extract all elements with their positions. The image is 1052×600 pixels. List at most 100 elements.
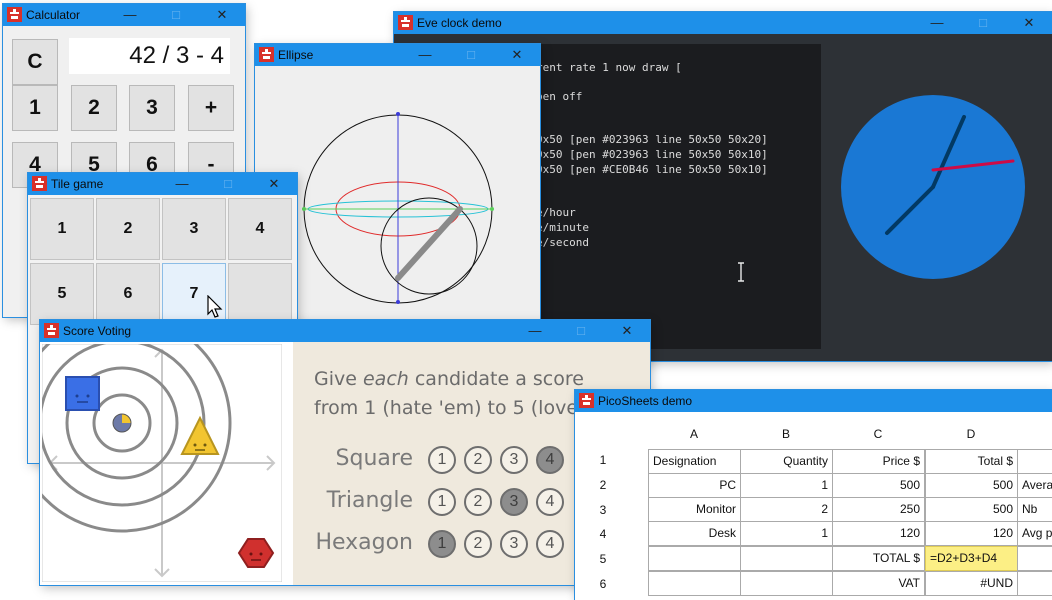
voter-map[interactable] <box>42 344 282 582</box>
row-header-4[interactable]: 4 <box>596 527 610 541</box>
column-header-d[interactable]: D <box>925 427 1017 441</box>
close-button[interactable]: ✕ <box>199 4 245 26</box>
tile-1[interactable]: 1 <box>30 198 94 260</box>
key-3-button[interactable]: 3 <box>129 85 175 131</box>
tile-5[interactable]: 5 <box>30 263 94 325</box>
cell-e6[interactable] <box>1017 571 1052 596</box>
minimize-button[interactable]: — <box>159 173 205 195</box>
calculator-display: 42 / 3 - 4 <box>69 38 230 74</box>
close-button[interactable]: ✕ <box>251 173 297 195</box>
calculator-titlebar[interactable]: Calculator — □ ✕ <box>3 4 245 26</box>
cell-b3[interactable]: 2 <box>740 497 833 522</box>
score-dot[interactable]: 3 <box>500 446 528 474</box>
minimize-button[interactable]: — <box>914 12 960 34</box>
score-dot[interactable]: 2 <box>464 530 492 558</box>
cell-c3[interactable]: 250 <box>832 497 925 522</box>
row-header-3[interactable]: 3 <box>596 503 610 517</box>
cell-e1[interactable] <box>1017 449 1052 474</box>
tile-6[interactable]: 6 <box>96 263 160 325</box>
cell-c2[interactable]: 500 <box>832 473 925 498</box>
key-2-button[interactable]: 2 <box>71 85 117 131</box>
maximize-button[interactable]: □ <box>153 4 199 26</box>
tile-empty[interactable] <box>228 263 292 325</box>
score-dot[interactable]: 4 <box>536 488 564 516</box>
key-plus-button[interactable]: + <box>188 85 234 131</box>
close-button[interactable]: ✕ <box>604 320 650 342</box>
eve-titlebar[interactable]: Eve clock demo — □ ✕ <box>394 12 1052 34</box>
code-line: rent rate 1 now draw [ <box>536 61 682 74</box>
cell-c1[interactable]: Price $ <box>832 449 925 474</box>
cell-a1[interactable]: Designation <box>648 449 741 474</box>
row-label-hexagon: Hexagon <box>315 530 413 555</box>
minimize-button[interactable]: — <box>107 4 153 26</box>
column-header-b[interactable]: B <box>740 427 832 441</box>
cell-d5-editor[interactable]: =D2+D3+D4 <box>925 546 1018 571</box>
score-titlebar[interactable]: Score Voting — □ ✕ <box>40 320 650 342</box>
cell-b6[interactable] <box>740 571 833 596</box>
maximize-button[interactable]: □ <box>558 320 604 342</box>
tile-3[interactable]: 3 <box>162 198 226 260</box>
close-button[interactable]: ✕ <box>494 44 540 66</box>
cell-d1[interactable]: Total $ <box>925 449 1018 474</box>
score-dot-selected[interactable]: 1 <box>428 530 456 558</box>
cell-d4[interactable]: 120 <box>925 521 1018 546</box>
minimize-button[interactable]: — <box>402 44 448 66</box>
cell-b4[interactable]: 1 <box>740 521 833 546</box>
maximize-button[interactable]: □ <box>205 173 251 195</box>
code-line: 0x50 [pen #023963 line 50x50 50x20] <box>536 133 768 146</box>
cell-a4[interactable]: Desk <box>648 521 741 546</box>
row-header-2[interactable]: 2 <box>596 478 610 492</box>
score-dot[interactable]: 2 <box>464 446 492 474</box>
cell-c6[interactable]: VAT <box>832 571 925 596</box>
score-dot-selected[interactable]: 3 <box>500 488 528 516</box>
maximize-button[interactable]: □ <box>448 44 494 66</box>
score-dot[interactable]: 1 <box>428 488 456 516</box>
ellipse-window: Ellipse — □ ✕ <box>255 44 540 334</box>
instruction-line-1: Give each candidate a score <box>314 368 584 390</box>
ellipse-canvas[interactable] <box>255 66 540 334</box>
cell-c5[interactable]: TOTAL $ <box>832 546 925 571</box>
cell-a3[interactable]: Monitor <box>648 497 741 522</box>
score-dot-selected[interactable]: 4 <box>536 446 564 474</box>
cell-e3[interactable]: Nb <box>1017 497 1052 522</box>
score-dot[interactable]: 4 <box>536 530 564 558</box>
minimize-button[interactable]: — <box>512 320 558 342</box>
cell-c4[interactable]: 120 <box>832 521 925 546</box>
window-title: Ellipse <box>278 48 314 62</box>
tile-titlebar[interactable]: Tile game — □ ✕ <box>28 173 297 195</box>
row-header-1[interactable]: 1 <box>596 453 610 467</box>
cell-e4[interactable]: Avg p <box>1017 521 1052 546</box>
key-1-button[interactable]: 1 <box>12 85 58 131</box>
row-header-6[interactable]: 6 <box>596 577 610 591</box>
cell-d3[interactable]: 500 <box>925 497 1018 522</box>
cell-a6[interactable] <box>648 571 741 596</box>
cell-d2[interactable]: 500 <box>925 473 1018 498</box>
cell-a2[interactable]: PC <box>648 473 741 498</box>
tile-2[interactable]: 2 <box>96 198 160 260</box>
cell-b2[interactable]: 1 <box>740 473 833 498</box>
mouse-pointer-icon <box>207 295 223 318</box>
square-candidate-icon <box>65 376 100 411</box>
clear-button[interactable]: C <box>12 39 58 85</box>
score-dot[interactable]: 3 <box>500 530 528 558</box>
window-title: Tile game <box>51 177 104 191</box>
tile-4[interactable]: 4 <box>228 198 292 260</box>
cell-a5[interactable] <box>648 546 741 571</box>
app-icon <box>7 7 22 22</box>
cell-e2[interactable]: Avera <box>1017 473 1052 498</box>
row-header-5[interactable]: 5 <box>596 552 610 566</box>
instruction-line-2: from 1 (hate 'em) to 5 (love <box>314 397 579 419</box>
cell-b5[interactable] <box>740 546 833 571</box>
score-dot[interactable]: 2 <box>464 488 492 516</box>
close-button[interactable]: ✕ <box>1006 12 1052 34</box>
cell-d6[interactable]: #UND <box>925 571 1018 596</box>
cell-b1[interactable]: Quantity <box>740 449 833 474</box>
column-header-a[interactable]: A <box>648 427 740 441</box>
maximize-button[interactable]: □ <box>960 12 1006 34</box>
code-line: e/second <box>536 236 589 249</box>
pico-titlebar[interactable]: PicoSheets demo <box>575 390 1052 412</box>
cell-e5[interactable] <box>1017 546 1052 571</box>
ellipse-titlebar[interactable]: Ellipse — □ ✕ <box>255 44 540 66</box>
column-header-c[interactable]: C <box>832 427 924 441</box>
score-dot[interactable]: 1 <box>428 446 456 474</box>
